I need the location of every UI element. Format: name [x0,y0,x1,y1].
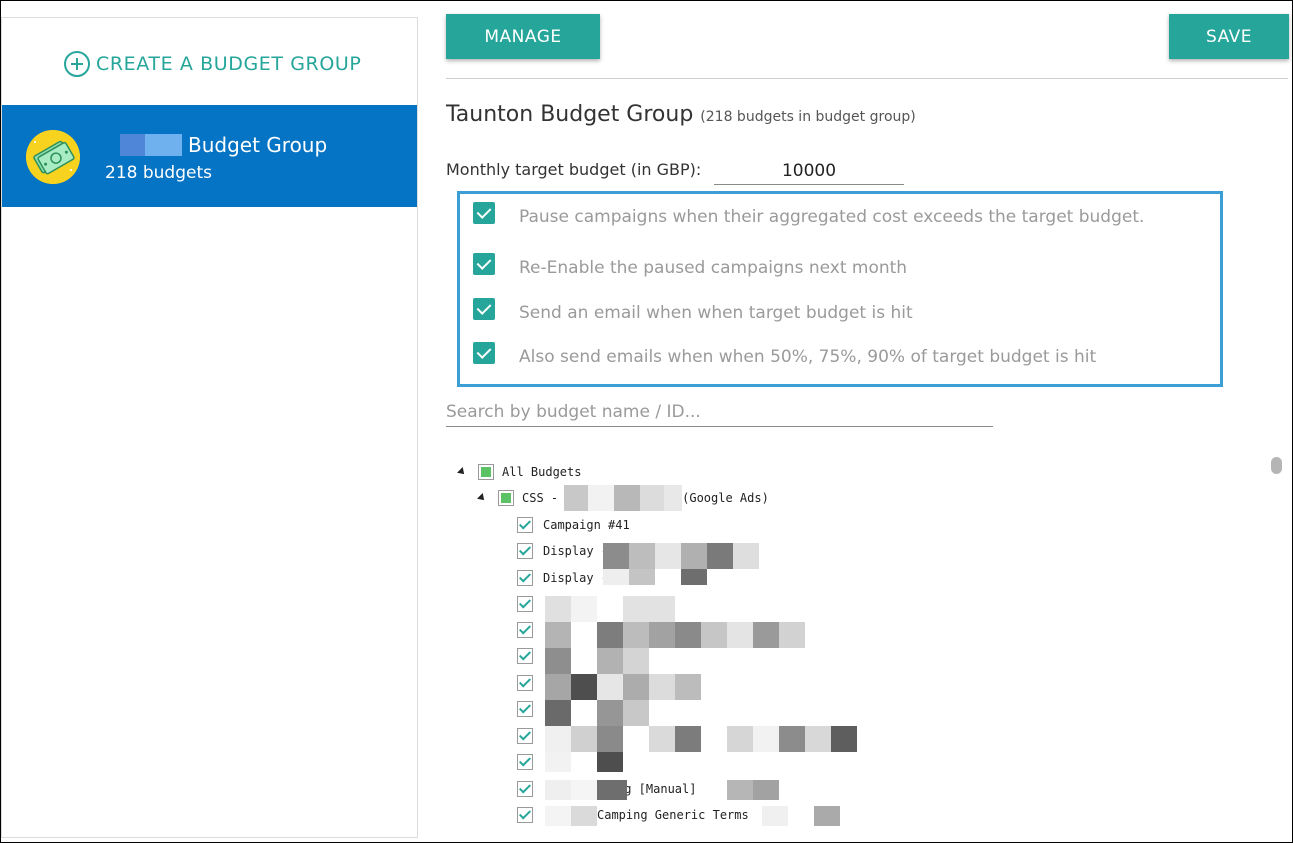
redacted-text [564,485,683,511]
list-item-label: Display - [543,571,609,585]
tree-account-suffix: (Google Ads) [682,491,769,505]
list-item [517,673,543,693]
checkbox-checked-icon[interactable] [517,675,533,691]
tree-account-prefix: CSS - [522,491,559,505]
list-item: Display - [517,541,608,561]
checkbox-checked-icon[interactable] [473,202,495,224]
checkbox-checked-icon[interactable] [517,754,533,770]
create-budget-group-button[interactable]: CREATE A BUDGET GROUP [64,51,361,77]
list-item [517,699,543,719]
page-title: Taunton Budget Group [446,102,694,127]
budget-group-name: Budget Group [188,133,328,157]
list-item [517,594,543,614]
list-item [517,726,543,746]
partial-checkbox-icon[interactable] [498,490,514,506]
checkbox-checked-icon[interactable] [517,622,533,638]
partial-checkbox-icon[interactable] [478,464,494,480]
list-item-label: Camping Generic Terms [597,808,749,822]
option-label: Send an email when when target budget is… [519,303,913,323]
group-header: Taunton Budget Group (218 budgets in bud… [446,102,916,127]
checkbox-checked-icon[interactable] [517,807,533,823]
redacted-text [120,134,182,156]
option-reenable-campaigns[interactable]: Re-Enable the paused campaigns next mont… [473,250,907,278]
tree-root-label: All Budgets [502,465,582,479]
tree-root-row: All Budgets [457,462,582,482]
checkbox-checked-icon[interactable] [517,517,533,533]
checkbox-checked-icon[interactable] [517,543,533,559]
checkbox-checked-icon[interactable] [517,781,533,797]
collapse-arrow-icon[interactable] [477,493,487,503]
monthly-target-input[interactable] [714,158,904,185]
checkbox-checked-icon[interactable] [517,648,533,664]
option-send-email[interactable]: Send an email when when target budget is… [473,295,913,323]
list-item-label: Campaign #41 [543,518,630,532]
option-label: Pause campaigns when their aggregated co… [519,207,1145,227]
checkbox-checked-icon[interactable] [473,253,495,275]
budget-group-count: 218 budgets [105,163,212,183]
option-pause-campaigns[interactable]: Pause campaigns when their aggregated co… [473,199,1144,227]
add-circle-icon [64,51,90,77]
list-item: Campaign #41 [517,515,630,535]
collapse-arrow-icon[interactable] [457,467,467,477]
header-divider [446,78,1288,79]
list-item [517,752,543,772]
scrollbar-thumb[interactable] [1271,457,1282,474]
manage-button[interactable]: MANAGE [446,14,600,59]
list-item: Display - [517,568,608,588]
checkbox-checked-icon[interactable] [517,570,533,586]
sidebar-item-budget-group[interactable]: Budget Group 218 budgets [2,105,417,207]
checkbox-checked-icon[interactable] [473,298,495,320]
budget-search-input[interactable] [446,397,993,427]
option-label: Also send emails when when 50%, 75%, 90%… [519,347,1097,367]
checkbox-checked-icon[interactable] [517,728,533,744]
checkbox-checked-icon[interactable] [517,596,533,612]
save-button[interactable]: SAVE [1169,14,1289,59]
create-budget-group-label: CREATE A BUDGET GROUP [96,53,362,75]
budget-count-subtitle: (218 budgets in budget group) [700,109,916,125]
monthly-target-label: Monthly target budget (in GBP): [446,160,702,179]
option-threshold-emails[interactable]: Also send emails when when 50%, 75%, 90%… [473,339,1096,367]
tree-account-row: CSS - (Google Ads) [477,485,769,511]
option-label: Re-Enable the paused campaigns next mont… [519,258,908,278]
sidebar: CREATE A BUDGET GROUP Budget Group 218 b… [1,17,418,838]
options-panel: Pause campaigns when their aggregated co… [457,191,1223,387]
list-item [517,620,543,640]
checkbox-checked-icon[interactable] [517,701,533,717]
money-icon [26,130,80,184]
list-item-label: rg [Manual] [617,782,697,796]
list-item [517,646,543,666]
list-item-label: Display - [543,544,609,558]
checkbox-checked-icon[interactable] [473,342,495,364]
